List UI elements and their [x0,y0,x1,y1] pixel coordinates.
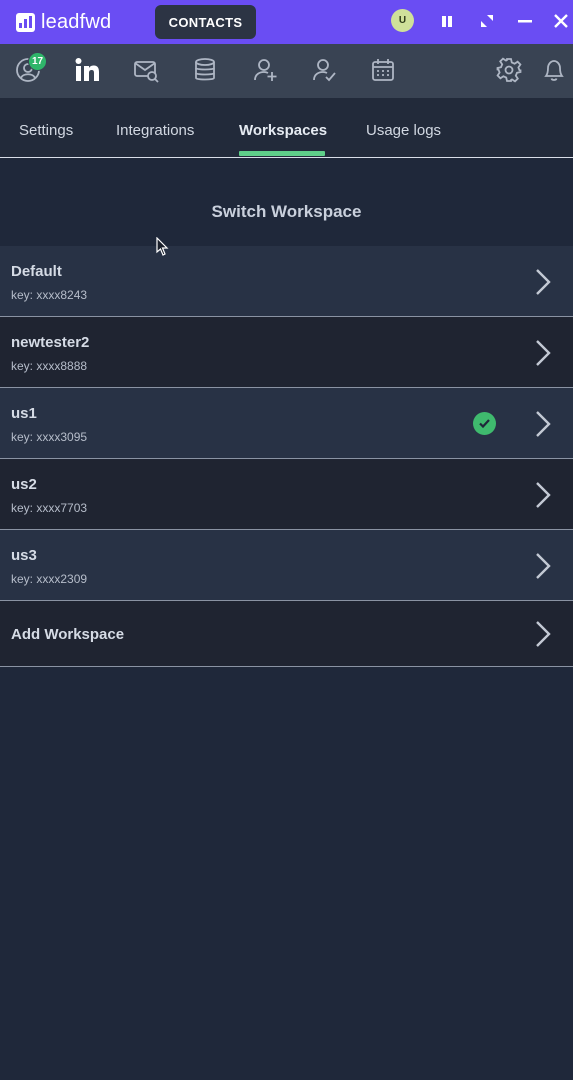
settings-icon[interactable] [494,55,524,85]
checkmark-icon [473,412,496,435]
tab-integrations[interactable]: Integrations [116,122,194,139]
avatar[interactable]: U [391,9,414,32]
tab-workspaces[interactable]: Workspaces [239,122,327,139]
workspace-key: key: xxxx2309 [11,572,88,586]
add-workspace-label: Add Workspace [11,626,125,643]
workspace-name: us2 [11,476,37,493]
workspace-key: key: xxxx7703 [11,501,88,515]
workspace-name: Default [11,263,62,280]
chevron-right-icon [536,411,551,437]
bell-icon[interactable] [539,55,569,85]
add-workspace-button[interactable]: Add Workspace [0,601,573,667]
chevron-right-icon [536,269,551,295]
chevron-right-icon [536,553,551,579]
workspace-name: us3 [11,547,37,564]
workspace-row[interactable]: us2 key: xxxx7703 [0,459,573,530]
resize-icon[interactable] [476,10,498,32]
settings-tabs: Settings Integrations Workspaces Usage l… [0,98,573,158]
workspace-name: newtester2 [11,334,90,351]
close-icon[interactable] [550,10,572,32]
chevron-right-icon [536,482,551,508]
minimize-icon[interactable] [514,10,536,32]
workspace-key: key: xxxx3095 [11,430,88,444]
mail-search-icon[interactable] [131,55,161,85]
chevron-right-icon [536,621,551,647]
pause-icon[interactable] [436,10,458,32]
contacts-button[interactable]: CONTACTS [155,5,256,39]
icon-toolbar [0,44,573,98]
chevron-right-icon [536,340,551,366]
brand: leadfwd [16,11,111,34]
workspace-row[interactable]: newtester2 key: xxxx8888 [0,317,573,388]
tab-settings[interactable]: Settings [19,122,73,139]
user-check-icon[interactable] [309,55,339,85]
add-user-icon[interactable] [250,55,280,85]
workspace-row[interactable]: us3 key: xxxx2309 [0,530,573,601]
workspace-list: Default key: xxxx8243 newtester2 key: xx… [0,246,573,667]
page-title: Switch Workspace [211,202,362,221]
notification-count-badge: 17 [28,52,47,71]
workspace-row-selected[interactable]: us1 key: xxxx3095 [0,388,573,459]
workspace-row[interactable]: Default key: xxxx8243 [0,246,573,317]
workspace-name: us1 [11,405,37,422]
tab-usage-logs[interactable]: Usage logs [366,122,441,139]
mouse-pointer-icon [156,237,169,256]
workspace-key: key: xxxx8888 [11,359,88,373]
title-bar: leadfwd CONTACTS U [0,0,573,44]
database-icon[interactable] [190,55,220,85]
leadfwd-logo-icon [16,13,35,32]
active-tab-indicator [239,151,325,156]
workspace-key: key: xxxx8243 [11,288,88,302]
brand-name: leadfwd [41,11,112,33]
calendar-icon[interactable] [368,55,398,85]
linkedin-icon[interactable] [72,55,102,85]
